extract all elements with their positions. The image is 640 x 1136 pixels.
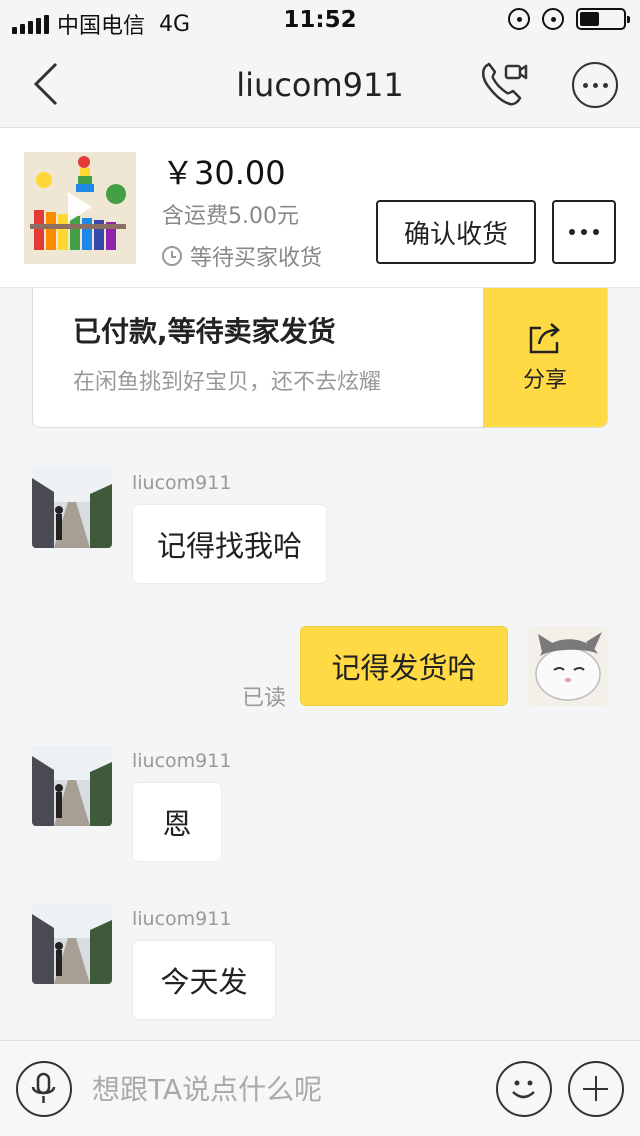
- order-status: 等待买家收货: [162, 240, 322, 272]
- product-thumbnail[interactable]: [24, 152, 136, 264]
- message-bubble[interactable]: 记得找我哈: [132, 504, 328, 584]
- message-input[interactable]: [92, 1063, 482, 1115]
- microphone-icon: [31, 1072, 56, 1103]
- input-bar: [0, 1040, 640, 1136]
- my-avatar[interactable]: [528, 626, 608, 706]
- emoji-button[interactable]: [496, 1061, 552, 1117]
- dot: [581, 229, 587, 235]
- order-status-text: 等待买家收货: [190, 246, 323, 271]
- dot: [602, 82, 608, 88]
- dot: [582, 82, 588, 88]
- street-avatar-image: [32, 904, 112, 984]
- product-more-button[interactable]: [552, 200, 616, 264]
- notice-title: 已付款,等待卖家发货: [73, 315, 336, 348]
- avatar[interactable]: [32, 468, 112, 548]
- message-bubble[interactable]: 恩: [132, 782, 222, 862]
- status-right: [508, 8, 630, 30]
- dot: [592, 82, 598, 88]
- dot: [569, 229, 575, 235]
- voice-button[interactable]: [16, 1061, 72, 1117]
- smiley-icon: [512, 1080, 535, 1099]
- share-button[interactable]: 分享: [483, 288, 607, 427]
- clock-icon: [162, 246, 182, 266]
- sender-name: liucom911: [132, 750, 232, 772]
- avatar[interactable]: [32, 746, 112, 826]
- product-price: ￥30.00: [162, 154, 286, 192]
- message-bubble[interactable]: 今天发: [132, 940, 276, 1020]
- phone-video-icon: [482, 62, 528, 106]
- share-icon: [529, 323, 560, 354]
- call-button[interactable]: [478, 58, 534, 110]
- share-label: 分享: [522, 368, 567, 393]
- street-avatar-image: [32, 746, 112, 826]
- dot: [593, 229, 599, 235]
- confirm-receipt-button[interactable]: 确认收货: [376, 200, 536, 264]
- alarm-icon: [542, 8, 564, 30]
- sender-name: liucom911: [132, 908, 232, 930]
- street-avatar-image: [32, 468, 112, 548]
- shipping-fee: 含运费5.00元: [162, 204, 299, 229]
- message-bubble-mine[interactable]: 记得发货哈: [300, 626, 508, 706]
- play-icon: [68, 192, 92, 222]
- orientation-lock-icon: [508, 8, 530, 30]
- plus-button[interactable]: [568, 1061, 624, 1117]
- read-status: 已读: [242, 686, 287, 711]
- product-card: ￥30.00 含运费5.00元 等待买家收货 确认收货: [0, 128, 640, 288]
- avatar[interactable]: [32, 904, 112, 984]
- order-notice-card: 已付款,等待卖家发货 在闲鱼挑到好宝贝，还不去炫耀 分享: [32, 288, 608, 428]
- battery-icon: [576, 8, 630, 30]
- status-bar: 中国电信 4G 11:52: [0, 0, 640, 40]
- nav-bar: liucom911: [0, 40, 640, 128]
- cat-avatar-image: [528, 626, 608, 706]
- sender-name: liucom911: [132, 472, 232, 494]
- notice-subtitle: 在闲鱼挑到好宝贝，还不去炫耀: [73, 370, 382, 395]
- more-options-button[interactable]: [572, 62, 618, 108]
- page-title: liucom911: [236, 66, 404, 104]
